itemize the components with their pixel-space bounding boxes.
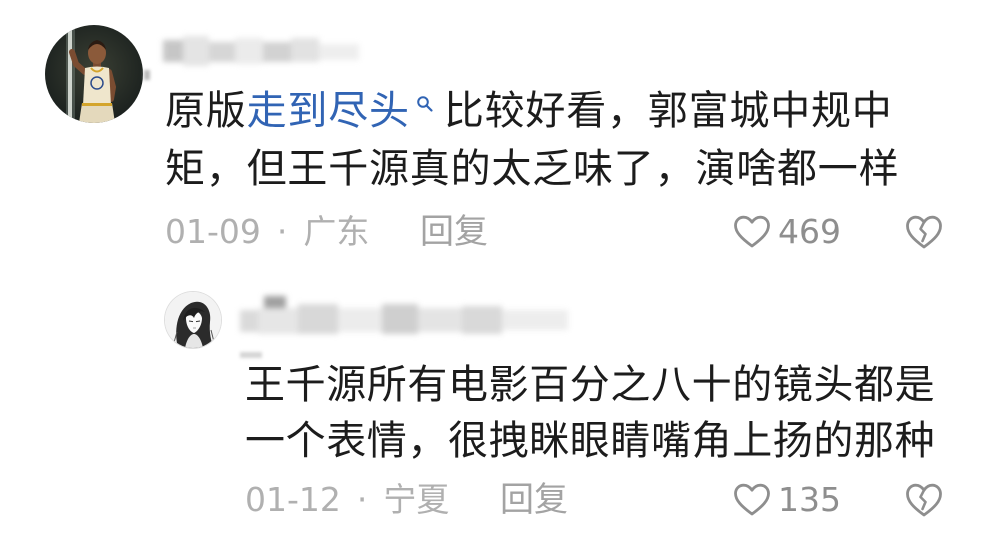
blur-pixel xyxy=(240,310,258,332)
reply-time-location: 01-12 · 宁夏 xyxy=(245,478,449,522)
username-blur-fragment xyxy=(144,70,150,80)
broken-heart-icon xyxy=(906,483,942,517)
comment-location: 广东 xyxy=(303,212,370,251)
comment-meta-row: 01-09 · 广东 回复 469 xyxy=(0,210,1000,254)
meta-separator: · xyxy=(356,480,368,519)
dislike-button[interactable] xyxy=(905,214,943,250)
blur-pixel xyxy=(462,306,502,334)
username-blurred[interactable] xyxy=(163,30,363,74)
blur-pixel xyxy=(502,310,568,330)
reply-button[interactable]: 回复 xyxy=(500,478,568,522)
reply-avatar-image xyxy=(165,292,221,348)
reply-username-blurred[interactable] xyxy=(240,294,575,348)
blur-pixel xyxy=(163,40,183,62)
reply-avatar[interactable] xyxy=(165,292,221,348)
avatar-photo xyxy=(45,25,143,123)
blur-pixel xyxy=(298,304,338,334)
meta-separator: · xyxy=(276,212,288,251)
broken-heart-icon xyxy=(906,215,942,249)
blur-pixel xyxy=(264,296,286,308)
reply-location: 宁夏 xyxy=(383,480,450,519)
like-button[interactable]: 135 xyxy=(733,478,841,522)
heart-outline-icon xyxy=(734,215,770,248)
blur-pixel xyxy=(291,38,319,62)
heart-outline-icon xyxy=(734,483,770,516)
blur-pixel xyxy=(418,308,462,332)
blur-pixel xyxy=(258,308,298,334)
reply-button[interactable]: 回复 xyxy=(420,210,488,254)
comment-text: 原版走到尽头 比较好看，郭富城中规中矩，但王千源真的太乏味了，演啥都一样 xyxy=(165,82,910,198)
blur-pixel xyxy=(183,36,209,66)
search-icon[interactable] xyxy=(416,95,434,113)
like-count: 469 xyxy=(778,212,841,251)
reply-text: 王千源所有电影百分之八十的镜头都是一个表情，很拽眯眼睛嘴角上扬的那种 xyxy=(245,362,936,464)
comment-date: 01-09 xyxy=(165,212,261,251)
reply-meta-row: 01-12 · 宁夏 回复 135 xyxy=(0,478,1000,522)
like-count: 135 xyxy=(778,480,841,519)
blur-pixel xyxy=(338,308,382,332)
dislike-button[interactable] xyxy=(905,482,943,518)
blur-pixel xyxy=(319,44,359,60)
blur-pixel xyxy=(382,304,418,334)
search-link[interactable]: 走到尽头 xyxy=(247,88,410,134)
avatar[interactable] xyxy=(45,25,143,123)
blur-pixel xyxy=(263,42,291,62)
blur-pixel xyxy=(209,42,235,62)
like-button[interactable]: 469 xyxy=(733,210,841,254)
blur-pixel xyxy=(235,38,263,64)
comment-time-location: 01-09 · 广东 xyxy=(165,210,369,254)
comment-text-prefix: 原版 xyxy=(165,88,247,134)
reply-date: 01-12 xyxy=(245,480,341,519)
